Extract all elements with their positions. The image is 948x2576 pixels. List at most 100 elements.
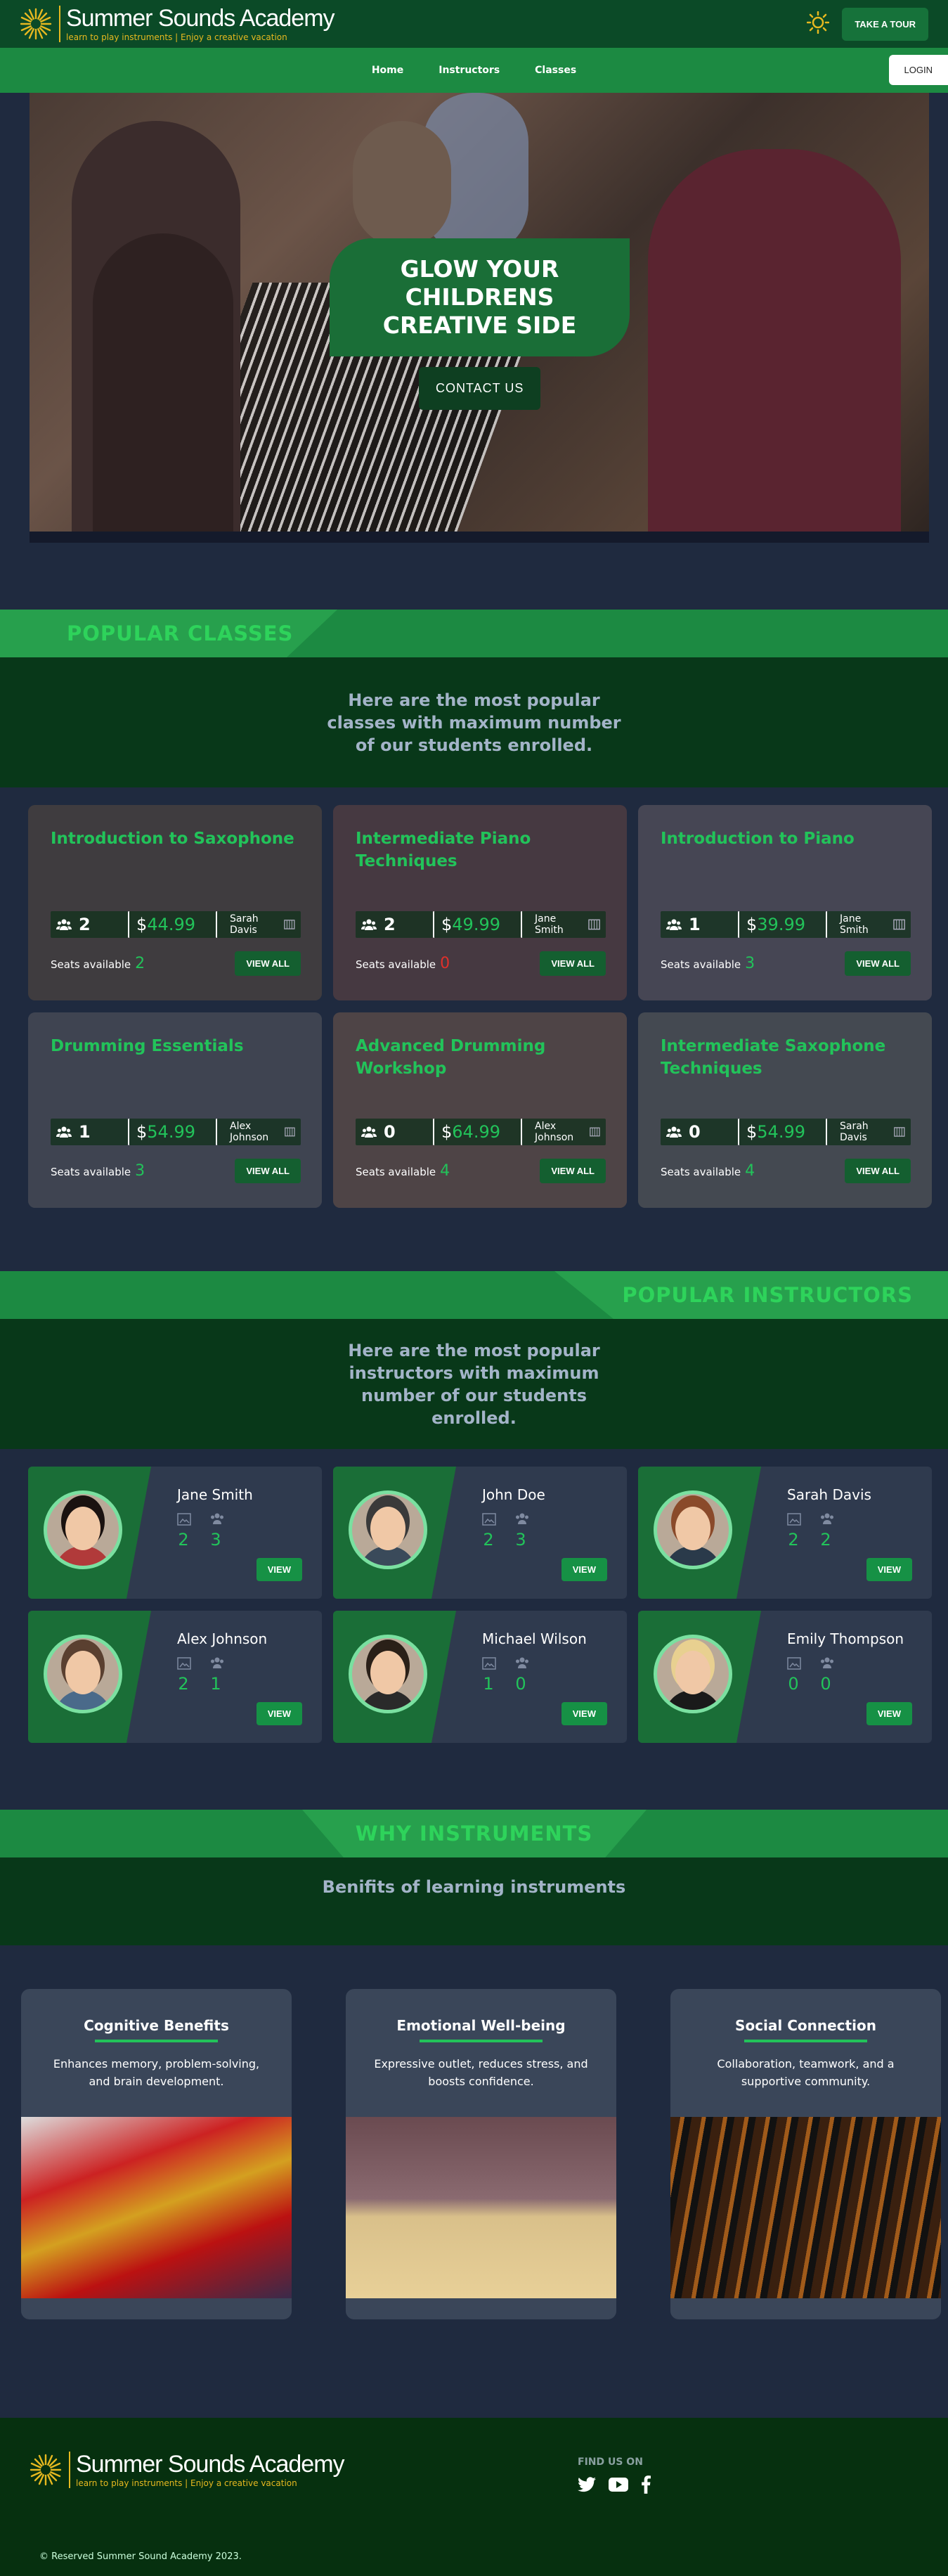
footer-brand[interactable]: Summer Sounds Academy learn to play inst…: [30, 2452, 345, 2488]
class-count: 1: [483, 1674, 494, 1694]
view-all-button[interactable]: VIEW ALL: [235, 1159, 301, 1183]
users-icon: [666, 1126, 682, 1138]
seats-available: Seats available 3: [51, 1162, 145, 1180]
nav-item-home[interactable]: Home: [372, 65, 403, 76]
students-icon: [211, 1657, 223, 1668]
piano-icon: [590, 1127, 600, 1137]
popular-instructors-heading: POPULAR INSTRUCTORS: [622, 1283, 913, 1307]
students-icon: [821, 1513, 833, 1524]
students-icon: [516, 1657, 528, 1668]
class-card[interactable]: Advanced Drumming Workshop 0 $64.99 Alex…: [333, 1012, 627, 1208]
why-instruments-subtitle: Benifits of learning instruments: [0, 1857, 948, 1945]
social-links: [578, 2475, 651, 2497]
seats-available: Seats available 4: [661, 1162, 755, 1180]
student-count: 2: [820, 1530, 831, 1550]
class-title: Drumming Essentials: [51, 1037, 244, 1055]
users-icon: [56, 919, 72, 930]
student-count: 3: [515, 1530, 526, 1550]
class-card[interactable]: Drumming Essentials 1 $54.99 Alex Johnso…: [28, 1012, 322, 1208]
nav-item-classes[interactable]: Classes: [535, 65, 576, 76]
users-icon: [361, 1126, 377, 1138]
students-icon: [821, 1657, 833, 1668]
instructor-card[interactable]: Emily Thompson 0 0 VIEW: [638, 1611, 932, 1743]
hero-photo-part: [648, 149, 901, 532]
nav-item-instructors[interactable]: Instructors: [439, 65, 500, 76]
class-card[interactable]: Introduction to Saxophone 2 $44.99 Sarah…: [28, 805, 322, 1000]
piano-icon: [284, 920, 295, 929]
view-instructor-button[interactable]: VIEW: [561, 1702, 607, 1725]
view-instructor-button[interactable]: VIEW: [256, 1558, 302, 1581]
class-price: $44.99: [128, 911, 216, 938]
view-instructor-button[interactable]: VIEW: [256, 1702, 302, 1725]
seats-available: Seats available 0: [356, 955, 450, 972]
class-count: 2: [178, 1674, 189, 1694]
popular-instructors-band: POPULAR INSTRUCTORS: [0, 1271, 948, 1319]
top-header: Summer Sounds Academy learn to play inst…: [0, 0, 948, 48]
view-instructor-button[interactable]: VIEW: [561, 1558, 607, 1581]
class-cards-grid: Introduction to Saxophone 2 $44.99 Sarah…: [0, 805, 948, 1208]
brand[interactable]: Summer Sounds Academy learn to play inst…: [20, 6, 335, 42]
class-stats: 0 $64.99 Alex Johnson: [356, 1116, 606, 1147]
instructor-card[interactable]: Alex Johnson 2 1 VIEW: [28, 1611, 322, 1743]
student-count: 1: [210, 1674, 221, 1694]
class-count: 2: [483, 1530, 494, 1550]
avatar: [44, 1490, 122, 1569]
class-card[interactable]: Intermediate Saxophone Techniques 0 $54.…: [638, 1012, 932, 1208]
brand-name: Summer Sounds Academy: [66, 5, 335, 32]
instructor-name: Alex Johnson: [177, 1630, 268, 1647]
login-button[interactable]: LOGIN: [888, 55, 948, 85]
view-all-button[interactable]: VIEW ALL: [540, 951, 606, 976]
take-a-tour-button[interactable]: TAKE A TOUR: [842, 7, 928, 41]
class-card[interactable]: Introduction to Piano 1 $39.99 Jane Smit…: [638, 805, 932, 1000]
why-instruments-band: WHY INSTRUMENTS: [0, 1810, 948, 1857]
benefit-photo: [346, 2117, 616, 2298]
main-nav: Home Instructors Classes LOGIN: [0, 48, 948, 93]
view-all-button[interactable]: VIEW ALL: [845, 1159, 911, 1183]
class-stats: 0 $54.99 Sarah Davis: [661, 1116, 911, 1147]
enrolled-students: 0: [356, 1119, 433, 1145]
instructor-card[interactable]: John Doe 2 3 VIEW: [333, 1467, 627, 1599]
brand-tagline: learn to play instruments | Enjoy a crea…: [66, 32, 287, 42]
contact-us-button[interactable]: CONTACT US: [419, 367, 541, 410]
class-price: $39.99: [738, 911, 826, 938]
hero-photo-part: [353, 121, 451, 247]
benefit-card: Social Connection Collaboration, teamwor…: [670, 1989, 941, 2319]
view-all-button[interactable]: VIEW ALL: [540, 1159, 606, 1183]
users-icon: [56, 1126, 72, 1138]
sun-icon[interactable]: [807, 11, 830, 37]
hero-banner: GLOW YOUR CHILDRENS CREATIVE SIDE CONTAC…: [30, 93, 929, 543]
view-instructor-button[interactable]: VIEW: [866, 1702, 912, 1725]
instructor-card[interactable]: Jane Smith 2 3 VIEW: [28, 1467, 322, 1599]
benefit-photo: [21, 2117, 292, 2298]
youtube-icon[interactable]: [609, 2478, 628, 2494]
view-all-button[interactable]: VIEW ALL: [235, 951, 301, 976]
classes-icon: [482, 1657, 496, 1670]
classes-icon: [177, 1657, 191, 1670]
facebook-icon[interactable]: [641, 2475, 651, 2497]
student-count: 0: [515, 1674, 526, 1694]
twitter-icon[interactable]: [578, 2477, 596, 2495]
seats-available: Seats available 4: [356, 1162, 450, 1180]
instructor-card[interactable]: Sarah Davis 2 2 VIEW: [638, 1467, 932, 1599]
students-icon: [211, 1513, 223, 1524]
classes-icon: [482, 1513, 496, 1526]
hero-photo-part: [93, 233, 233, 532]
class-count: 2: [178, 1530, 189, 1550]
class-card[interactable]: Intermediate Piano Techniques 2 $49.99 J…: [333, 805, 627, 1000]
benefit-card: Cognitive Benefits Enhances memory, prob…: [21, 1989, 292, 2319]
sun-logo-icon: [20, 8, 52, 40]
instructor-name: Jane Smith: [177, 1486, 253, 1503]
instructor-card[interactable]: Michael Wilson 1 0 VIEW: [333, 1611, 627, 1743]
copyright: © Reserved Summer Sound Academy 2023.: [39, 2551, 242, 2562]
benefit-photo: [670, 2117, 941, 2298]
piano-icon: [893, 919, 905, 930]
piano-icon: [894, 1127, 905, 1137]
view-all-button[interactable]: VIEW ALL: [845, 951, 911, 976]
class-count: 0: [788, 1674, 799, 1694]
benefit-title: Emotional Well-being: [396, 2017, 566, 2034]
hero-title: GLOW YOUR CHILDRENS CREATIVE SIDE: [330, 238, 630, 356]
benefit-text: Enhances memory, problem-solving, and br…: [53, 2057, 260, 2088]
view-instructor-button[interactable]: VIEW: [866, 1558, 912, 1581]
students-icon: [516, 1513, 528, 1524]
avatar: [349, 1490, 427, 1569]
